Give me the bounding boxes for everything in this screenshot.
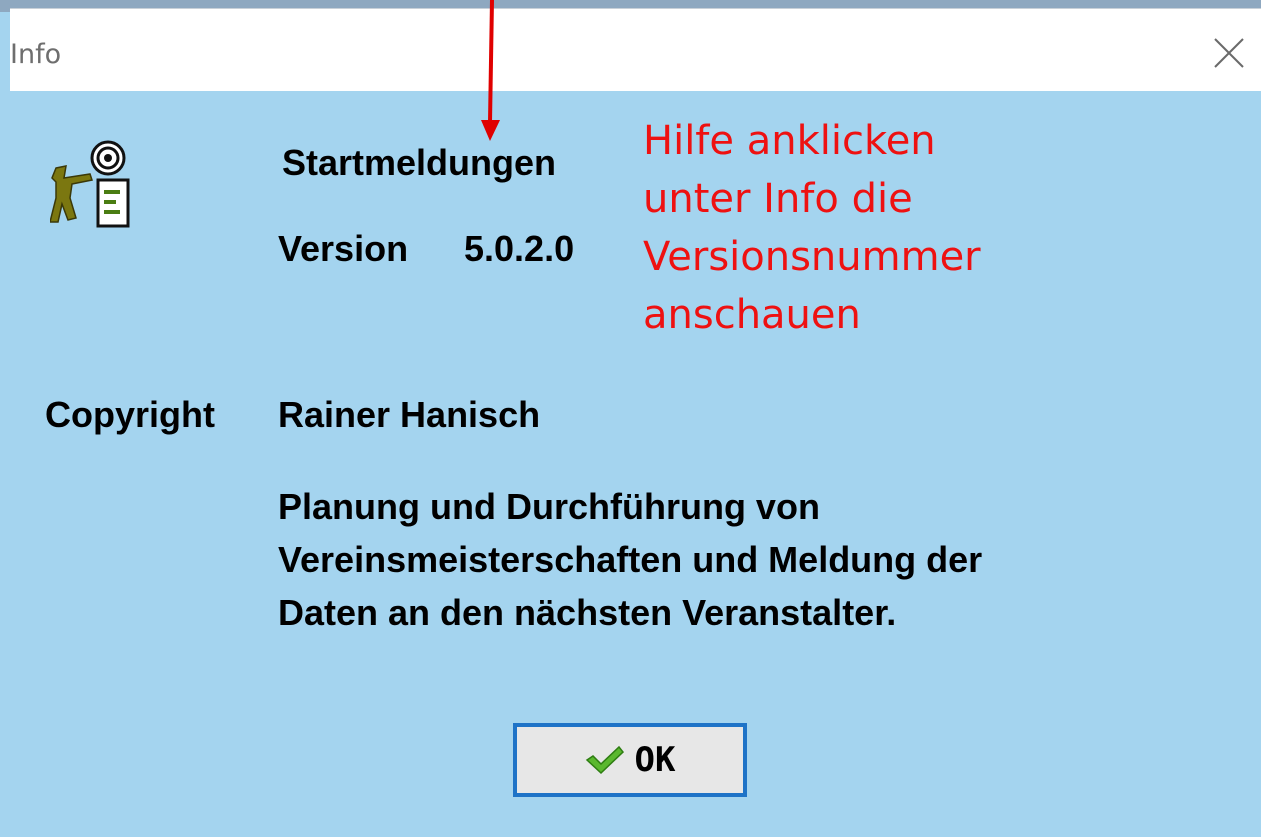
app-name: Startmeldungen — [282, 142, 557, 183]
check-icon — [585, 745, 624, 775]
annotation-line: unter Info die — [643, 176, 913, 222]
window-title: Info — [10, 39, 62, 70]
copyright-label: Copyright — [45, 394, 215, 435]
title-bar: Info — [10, 8, 1261, 91]
annotation-line: Hilfe anklicken — [643, 118, 936, 164]
ok-button-content: OK — [585, 740, 676, 780]
annotation-arrow — [481, 0, 500, 141]
description: Planung und Durchführung von Vereinsmeis… — [278, 480, 1178, 639]
author-name: Rainer Hanisch — [278, 394, 541, 435]
description-line: Vereinsmeisterschaften und Meldung der — [278, 539, 983, 580]
annotation-note: Hilfe anklicken unter Info die Versionsn… — [643, 112, 1003, 344]
close-button[interactable] — [1211, 35, 1247, 71]
version-label: Version — [278, 228, 409, 269]
version-number: 5.0.2.0 — [464, 228, 575, 269]
ok-button[interactable]: OK — [513, 723, 747, 797]
ok-button-label: OK — [634, 740, 676, 780]
description-line: Daten an den nächsten Veranstalter. — [278, 592, 897, 633]
description-line: Planung und Durchführung von — [278, 486, 820, 527]
annotation-line: anschauen — [643, 292, 861, 338]
close-icon — [1214, 38, 1244, 68]
annotation-line: Versionsnummer — [643, 234, 981, 280]
app-icon — [50, 140, 130, 228]
